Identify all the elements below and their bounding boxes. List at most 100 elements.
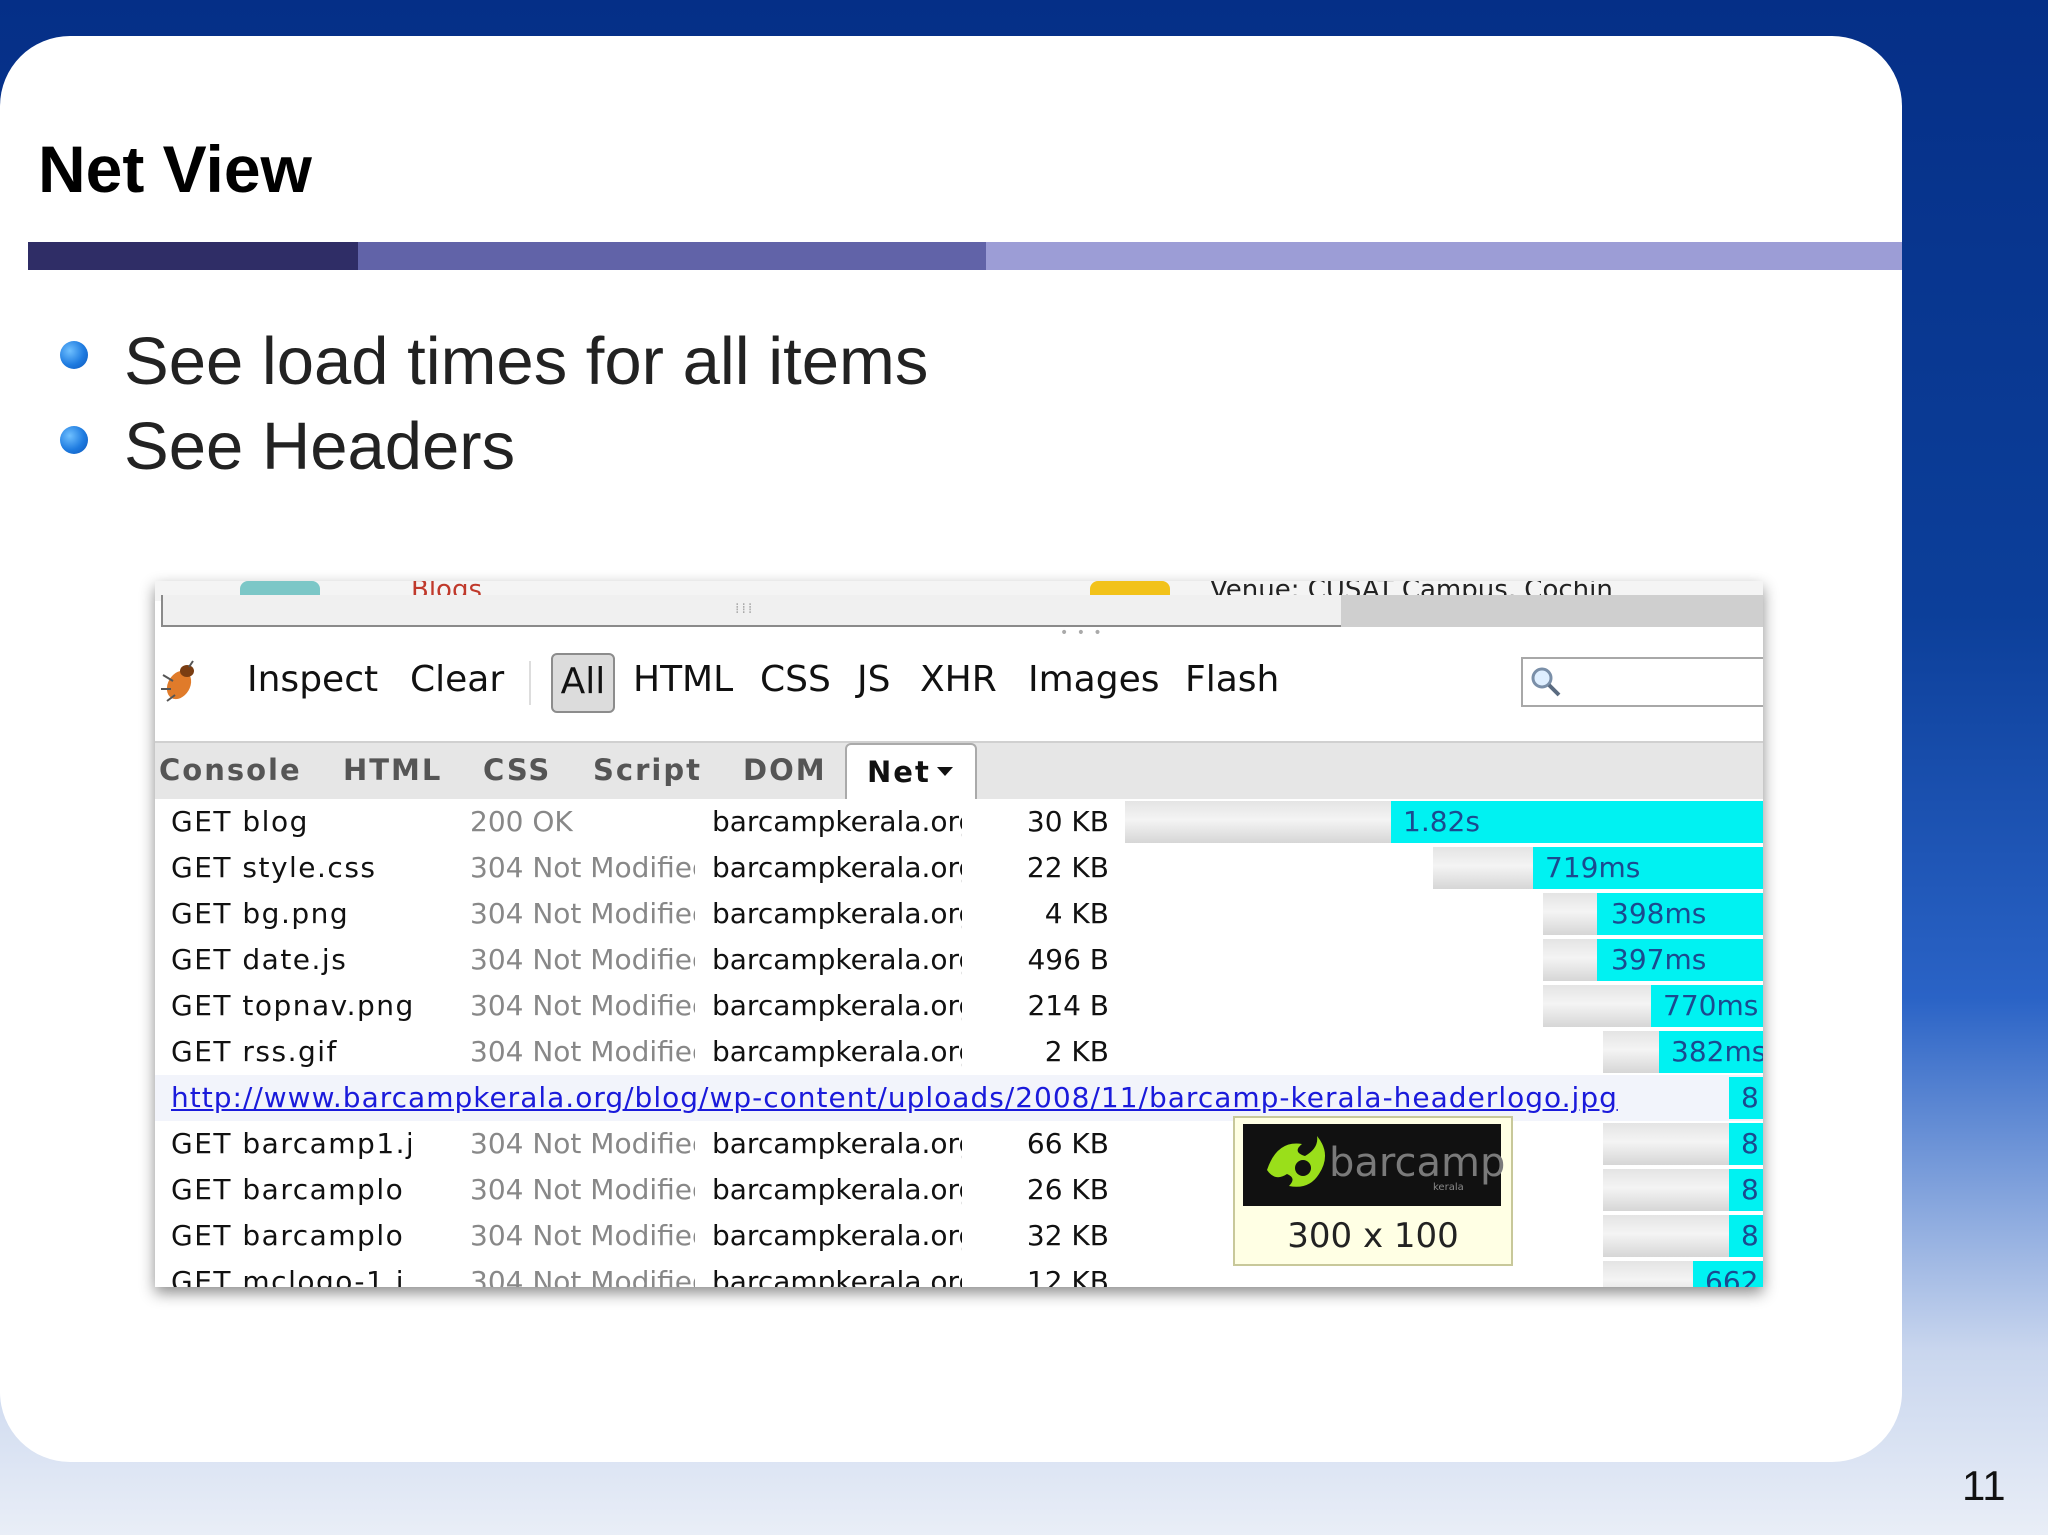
size-cell: 4 KB [1044, 897, 1109, 930]
filter-all-button[interactable]: All [551, 653, 615, 713]
timeline-label: 8 [1741, 1173, 1759, 1206]
domain-cell: barcampkerala.org [712, 805, 962, 838]
status-cell: 304 Not Modified [470, 851, 695, 884]
status-cell: 304 Not Modified [470, 989, 695, 1022]
page-number: 11 [1962, 1462, 2006, 1509]
search-input[interactable] [1521, 657, 1763, 707]
size-cell: 12 KB [1026, 1265, 1109, 1287]
search-icon [1531, 667, 1561, 697]
status-cell: 304 Not Modified [470, 1127, 695, 1160]
tab-html[interactable]: HTML [343, 753, 442, 787]
request-cell: GET barcamp1.j [171, 1127, 411, 1160]
blog-icon [240, 581, 320, 595]
size-cell: 30 KB [1026, 805, 1109, 838]
timeline-label: 8 [1741, 1081, 1759, 1114]
table-row[interactable]: GET bg.png 304 Not Modified barcampkeral… [155, 891, 1763, 938]
splitter-area [1341, 595, 1763, 627]
hovered-url-row[interactable]: http://www.barcampkerala.org/blog/wp-con… [155, 1075, 1763, 1122]
request-url-link[interactable]: http://www.barcampkerala.org/blog/wp-con… [171, 1081, 1618, 1114]
request-cell: GET date.js [171, 943, 348, 976]
size-cell: 496 B [1027, 943, 1109, 976]
timeline-wait-bar [1543, 939, 1597, 981]
timeline-wait-bar [1603, 1169, 1729, 1211]
flame-icon [1267, 1136, 1326, 1187]
status-cell: 304 Not Modified [470, 897, 695, 930]
filter-html-button[interactable]: HTML [633, 659, 733, 700]
logo-subtext: kerala [1433, 1182, 1464, 1193]
timeline-label: 770ms [1663, 989, 1759, 1022]
table-row[interactable]: GET style.css 304 Not Modified barcampke… [155, 845, 1763, 892]
slide-title: Net View [38, 132, 312, 206]
timeline-label: 719ms [1545, 851, 1641, 884]
tab-css[interactable]: CSS [483, 753, 551, 787]
inspect-button[interactable]: Inspect [247, 659, 378, 700]
status-cell: 304 Not Modified [470, 1219, 695, 1252]
domain-cell: barcampkerala.org [712, 897, 962, 930]
size-cell: 22 KB [1026, 851, 1109, 884]
timeline-label: 398ms [1611, 897, 1707, 930]
table-row[interactable]: GET barcamplo 304 Not Modified barcampke… [155, 1213, 1763, 1260]
size-cell: 214 B [1027, 989, 1109, 1022]
size-cell: 66 KB [1026, 1127, 1109, 1160]
domain-cell: barcampkerala.org [712, 1035, 962, 1068]
tab-dom[interactable]: DOM [743, 753, 827, 787]
request-cell: GET barcamplo [171, 1219, 405, 1252]
tab-script[interactable]: Script [593, 753, 702, 787]
drag-grip-icon[interactable]: ⁞⁞⁞ [735, 601, 754, 617]
request-cell: GET style.css [171, 851, 377, 884]
slide-card: Net View See load times for all items Se… [0, 36, 1902, 1462]
timeline-wait-bar [1543, 893, 1597, 935]
domain-cell: barcampkerala.org [712, 1265, 962, 1287]
table-row[interactable]: GET rss.gif 304 Not Modified barcampkera… [155, 1029, 1763, 1076]
request-cell: GET blog [171, 805, 309, 838]
image-dimensions: 300 x 100 [1287, 1216, 1459, 1256]
timeline-wait-bar [1603, 1261, 1693, 1287]
table-row[interactable]: GET barcamplo 304 Not Modified barcampke… [155, 1167, 1763, 1214]
filter-js-button[interactable]: JS [857, 659, 890, 700]
table-row[interactable]: GET date.js 304 Not Modified barcampkera… [155, 937, 1763, 984]
drag-grip-icon[interactable]: • • • [1060, 625, 1104, 641]
bullet-text: See load times for all items [124, 324, 929, 399]
table-row[interactable]: GET blog 200 OK barcampkerala.org 30 KB … [155, 799, 1763, 846]
size-cell: 26 KB [1026, 1173, 1109, 1206]
domain-cell: barcampkerala.org [712, 1173, 962, 1206]
timeline-label: 8 [1741, 1219, 1759, 1252]
firebug-toolbar: Inspect Clear All HTML CSS JS XHR Images… [155, 651, 1763, 713]
table-row[interactable]: GET topnav.png 304 Not Modified barcampk… [155, 983, 1763, 1030]
filter-images-button[interactable]: Images [1028, 659, 1160, 700]
timeline-wait-bar [1543, 985, 1651, 1027]
request-cell: GET barcamplo [171, 1173, 405, 1206]
request-cell: GET bg.png [171, 897, 350, 930]
timeline-label: 8 [1741, 1127, 1759, 1160]
domain-cell: barcampkerala.org [712, 943, 962, 976]
filter-flash-button[interactable]: Flash [1185, 659, 1279, 700]
title-divider [28, 242, 1902, 270]
image-preview-tooltip: barcamp kerala 300 x 100 [1233, 1116, 1513, 1266]
domain-cell: barcampkerala.org [712, 1127, 962, 1160]
status-cell: 304 Not Modified [470, 1173, 695, 1206]
filter-xhr-button[interactable]: XHR [920, 659, 997, 700]
clear-button[interactable]: Clear [410, 659, 504, 700]
toolbar-separator [529, 661, 531, 705]
tab-net[interactable]: Net [845, 743, 977, 801]
bullet-text: See Headers [124, 409, 516, 484]
timeline-wait-bar [1125, 801, 1391, 843]
firebug-icon[interactable] [157, 657, 203, 705]
timeline-wait-bar [1603, 1031, 1659, 1073]
firebug-net-screenshot: Blogs Venue: CUSAT Campus, Cochin ⁞⁞⁞ • … [155, 581, 1763, 1287]
filter-css-button[interactable]: CSS [760, 659, 831, 700]
size-cell: 32 KB [1026, 1219, 1109, 1252]
timeline-label: 382ms [1671, 1035, 1763, 1068]
timeline-label: 1.82s [1403, 805, 1480, 838]
timeline-label: 662 [1705, 1265, 1759, 1287]
barcamp-logo: barcamp kerala [1243, 1124, 1505, 1206]
tab-console[interactable]: Console [159, 753, 302, 787]
bullet-dot-icon [60, 426, 88, 454]
chevron-down-icon[interactable] [937, 767, 953, 776]
domain-cell: barcampkerala.org [712, 989, 962, 1022]
size-cell: 2 KB [1044, 1035, 1109, 1068]
table-row[interactable]: GET barcamp1.j 304 Not Modified barcampk… [155, 1121, 1763, 1168]
table-row[interactable]: GET mclogo-1.j 304 Not Modified barcampk… [155, 1259, 1763, 1287]
bullet-dot-icon [60, 341, 88, 369]
venue-icon [1090, 581, 1170, 595]
